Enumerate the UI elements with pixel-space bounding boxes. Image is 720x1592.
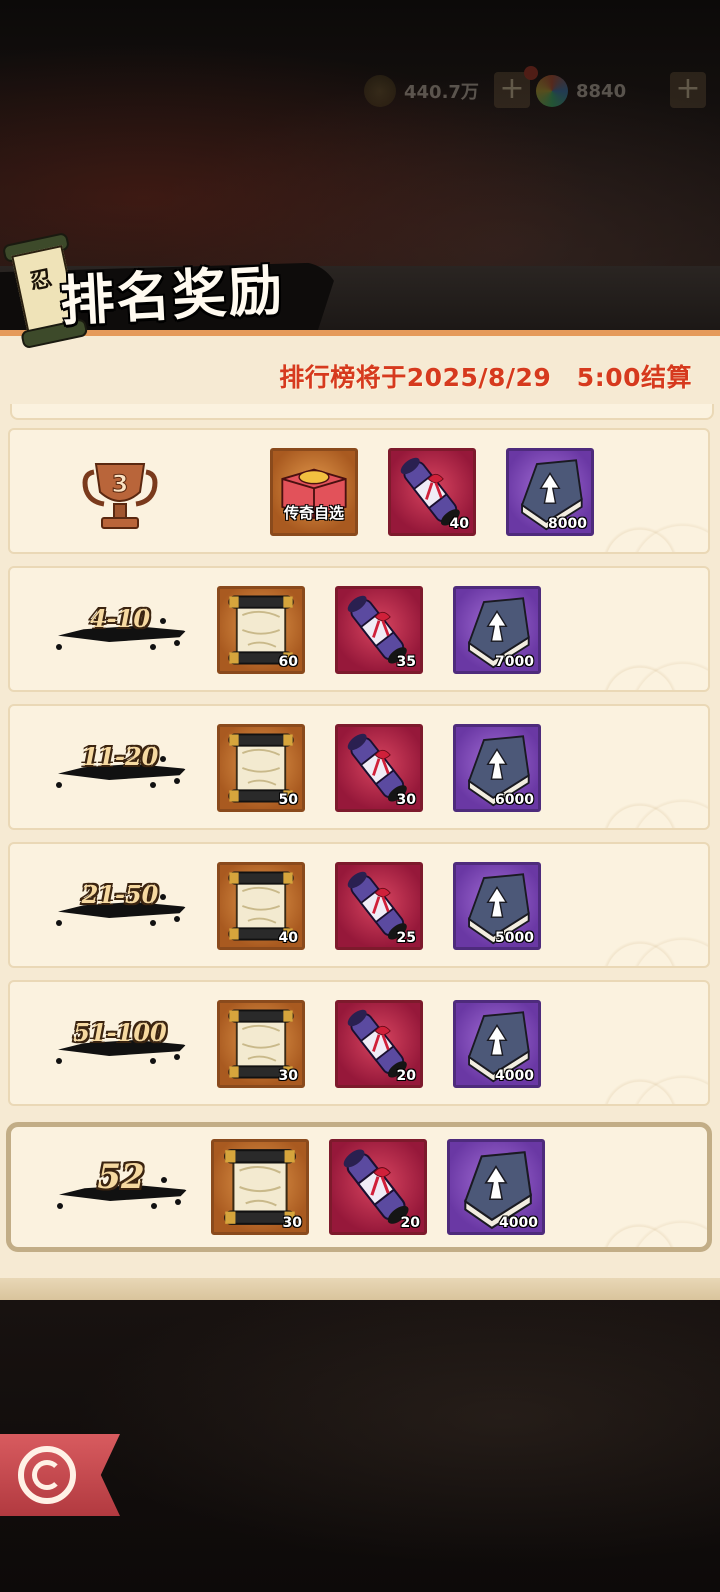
item-label: 传奇自选 <box>283 504 344 522</box>
exp-book-reward[interactable]: 4000 <box>447 1139 545 1235</box>
rank-label: 21-50 <box>50 880 190 930</box>
red-scroll-reward[interactable]: 20 <box>329 1139 427 1235</box>
wave-decoration <box>538 982 708 1104</box>
wave-decoration <box>538 568 708 690</box>
reward-row: 4-10 60 35 7000 <box>8 566 710 692</box>
rank-label: 51-100 <box>50 1018 190 1068</box>
item-count: 40 <box>278 930 298 946</box>
item-count: 25 <box>396 930 416 946</box>
item-count: 20 <box>400 1215 420 1231</box>
exp-book-reward[interactable]: 8000 <box>506 448 594 536</box>
exp-book-reward[interactable]: 6000 <box>453 724 541 812</box>
reward-row: 11-20 50 30 6000 <box>8 704 710 830</box>
exp-book-reward[interactable]: 5000 <box>453 862 541 950</box>
reward-row: 21-50 40 25 5000 <box>8 842 710 968</box>
orange-scroll-reward[interactable]: 30 <box>211 1139 309 1235</box>
orange-scroll-reward[interactable]: 50 <box>217 724 305 812</box>
orange-scroll-reward[interactable]: 30 <box>217 1000 305 1088</box>
item-count: 30 <box>278 1068 298 1084</box>
red-scroll-reward[interactable]: 40 <box>388 448 476 536</box>
red-scroll-reward[interactable]: 35 <box>335 586 423 674</box>
wave-decoration <box>538 844 708 966</box>
item-count: 7000 <box>495 654 534 670</box>
gem-amount: 8840 <box>576 80 627 102</box>
orange-scroll-reward[interactable]: 60 <box>217 586 305 674</box>
gem-counter: 8840 <box>536 75 627 107</box>
rank-label: 11-20 <box>50 742 190 792</box>
trophy-rank-number: 3 <box>112 470 129 498</box>
coin-counter: 440.7万 <box>364 75 479 107</box>
reward-row: 51-100 30 20 4000 <box>8 980 710 1106</box>
bronze-trophy-icon: 3 <box>80 458 160 534</box>
item-count: 30 <box>396 792 416 808</box>
rank-range-text: 51-100 <box>73 1018 167 1047</box>
coin-amount: 440.7万 <box>404 82 479 103</box>
item-count: 4000 <box>499 1215 538 1231</box>
rank-label: 4-10 <box>50 604 190 654</box>
coin-icon <box>364 75 396 107</box>
item-count: 8000 <box>548 516 587 532</box>
orange-scroll-reward[interactable]: 40 <box>217 862 305 950</box>
red-scroll-reward[interactable]: 20 <box>335 1000 423 1088</box>
partial-row <box>10 404 714 420</box>
panel-footer <box>0 1278 720 1300</box>
red-scroll-reward[interactable]: 25 <box>335 862 423 950</box>
rank-range-text: 4-10 <box>89 604 151 633</box>
item-count: 30 <box>282 1215 302 1231</box>
rank-range-text: 52 <box>97 1157 145 1197</box>
rank-range-text: 21-50 <box>81 880 159 909</box>
wave-decoration <box>538 706 708 828</box>
item-count: 4000 <box>495 1068 534 1084</box>
gem-icon <box>536 75 568 107</box>
exp-book-reward[interactable]: 7000 <box>453 586 541 674</box>
settlement-time: 排行榜将于2025/8/29 5:00结算 <box>279 363 692 392</box>
exp-book-reward[interactable]: 4000 <box>453 1000 541 1088</box>
my-rank-row: 52 30 20 4000 <box>6 1122 712 1252</box>
currency-bar: 440.7万 + 8840 + <box>360 66 720 116</box>
item-count: 20 <box>396 1068 416 1084</box>
item-count: 60 <box>278 654 298 670</box>
red-scroll-reward[interactable]: 30 <box>335 724 423 812</box>
legendary-chest-reward[interactable]: 传奇自选 <box>270 448 358 536</box>
item-count: 50 <box>278 792 298 808</box>
item-count: 5000 <box>495 930 534 946</box>
reward-row: 3 传奇自选 40 8000 <box>8 428 710 554</box>
rank-label: 52 <box>51 1157 191 1213</box>
wave-decoration <box>537 1127 707 1249</box>
item-count: 6000 <box>495 792 534 808</box>
item-count: 40 <box>449 516 469 532</box>
add-gems-button[interactable]: + <box>670 72 706 108</box>
rank-range-text: 11-20 <box>81 742 159 771</box>
item-count: 35 <box>396 654 416 670</box>
panel-title: 排名奖励 <box>58 257 286 334</box>
